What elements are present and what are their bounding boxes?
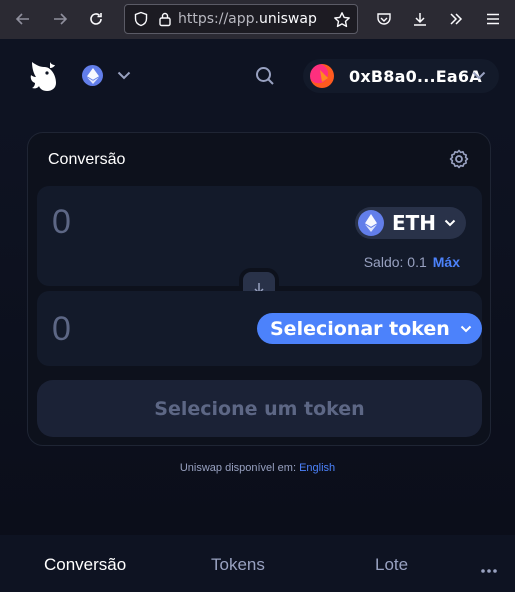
- star-icon[interactable]: [333, 11, 351, 29]
- overflow-icon[interactable]: [443, 6, 469, 32]
- output-amount-field[interactable]: 0: [52, 310, 71, 349]
- wallet-button[interactable]: 0xB8a0...Ea6A: [303, 59, 499, 93]
- ethereum-icon: [82, 65, 103, 86]
- url-prefix: https://app.: [178, 11, 259, 27]
- chevron-down-icon: [444, 219, 456, 227]
- avatar: [310, 64, 334, 88]
- input-token-selector[interactable]: ETH: [355, 207, 467, 239]
- uniswap-logo[interactable]: [28, 59, 60, 93]
- nav-item-tokens[interactable]: Tokens: [211, 555, 265, 575]
- pocket-icon[interactable]: [371, 6, 397, 32]
- select-token-cta-button[interactable]: Selecione um token: [37, 380, 482, 437]
- browser-toolbar: https://app.uniswap: [0, 0, 515, 39]
- shield-icon[interactable]: [133, 11, 149, 27]
- forward-arrow-icon[interactable]: [47, 6, 73, 32]
- ethereum-icon: [358, 210, 384, 236]
- select-token-label: Selecionar token: [270, 317, 450, 340]
- network-selector[interactable]: [82, 65, 131, 86]
- lock-icon[interactable]: [158, 11, 172, 27]
- back-arrow-icon[interactable]: [10, 6, 36, 32]
- settings-icon[interactable]: [448, 148, 470, 170]
- chevron-down-icon: [117, 71, 131, 80]
- nav-item-conversao[interactable]: Conversão: [44, 555, 126, 575]
- swap-card: Conversão 0 ETH Saldo: 0.1 Máx 0 Selecion…: [27, 132, 491, 446]
- wallet-address: 0xB8a0...Ea6A: [349, 66, 482, 86]
- balance-label: Saldo: 0.1: [363, 254, 427, 270]
- menu-icon[interactable]: [480, 6, 506, 32]
- url-text[interactable]: https://app.uniswap: [178, 11, 317, 27]
- reload-icon[interactable]: [83, 6, 109, 32]
- availability-text: Uniswap disponível em:: [179, 462, 297, 474]
- bottom-nav: Conversão Tokens Lote: [0, 535, 515, 592]
- availability-notice: Uniswap disponível em: English: [0, 462, 515, 474]
- max-button[interactable]: Máx: [433, 254, 460, 270]
- language-link[interactable]: English: [299, 462, 335, 474]
- balance-text: Saldo: 0.1 Máx: [364, 254, 460, 270]
- output-token-panel: 0 Selecionar token: [37, 291, 482, 366]
- nav-item-lote[interactable]: Lote: [375, 555, 408, 575]
- url-bar[interactable]: https://app.uniswap: [124, 4, 358, 34]
- chevron-down-icon: [460, 325, 472, 333]
- url-host: uniswap: [259, 11, 317, 27]
- select-token-button[interactable]: Selecionar token: [257, 313, 482, 344]
- app-header: 0xB8a0...Ea6A: [0, 39, 515, 113]
- download-icon[interactable]: [407, 6, 433, 32]
- chevron-down-icon: [472, 71, 486, 80]
- more-icon[interactable]: [480, 561, 498, 573]
- input-amount-field[interactable]: 0: [52, 203, 71, 242]
- search-icon[interactable]: [254, 65, 276, 87]
- page-title: Conversão: [48, 151, 126, 168]
- input-token-symbol: ETH: [392, 211, 437, 235]
